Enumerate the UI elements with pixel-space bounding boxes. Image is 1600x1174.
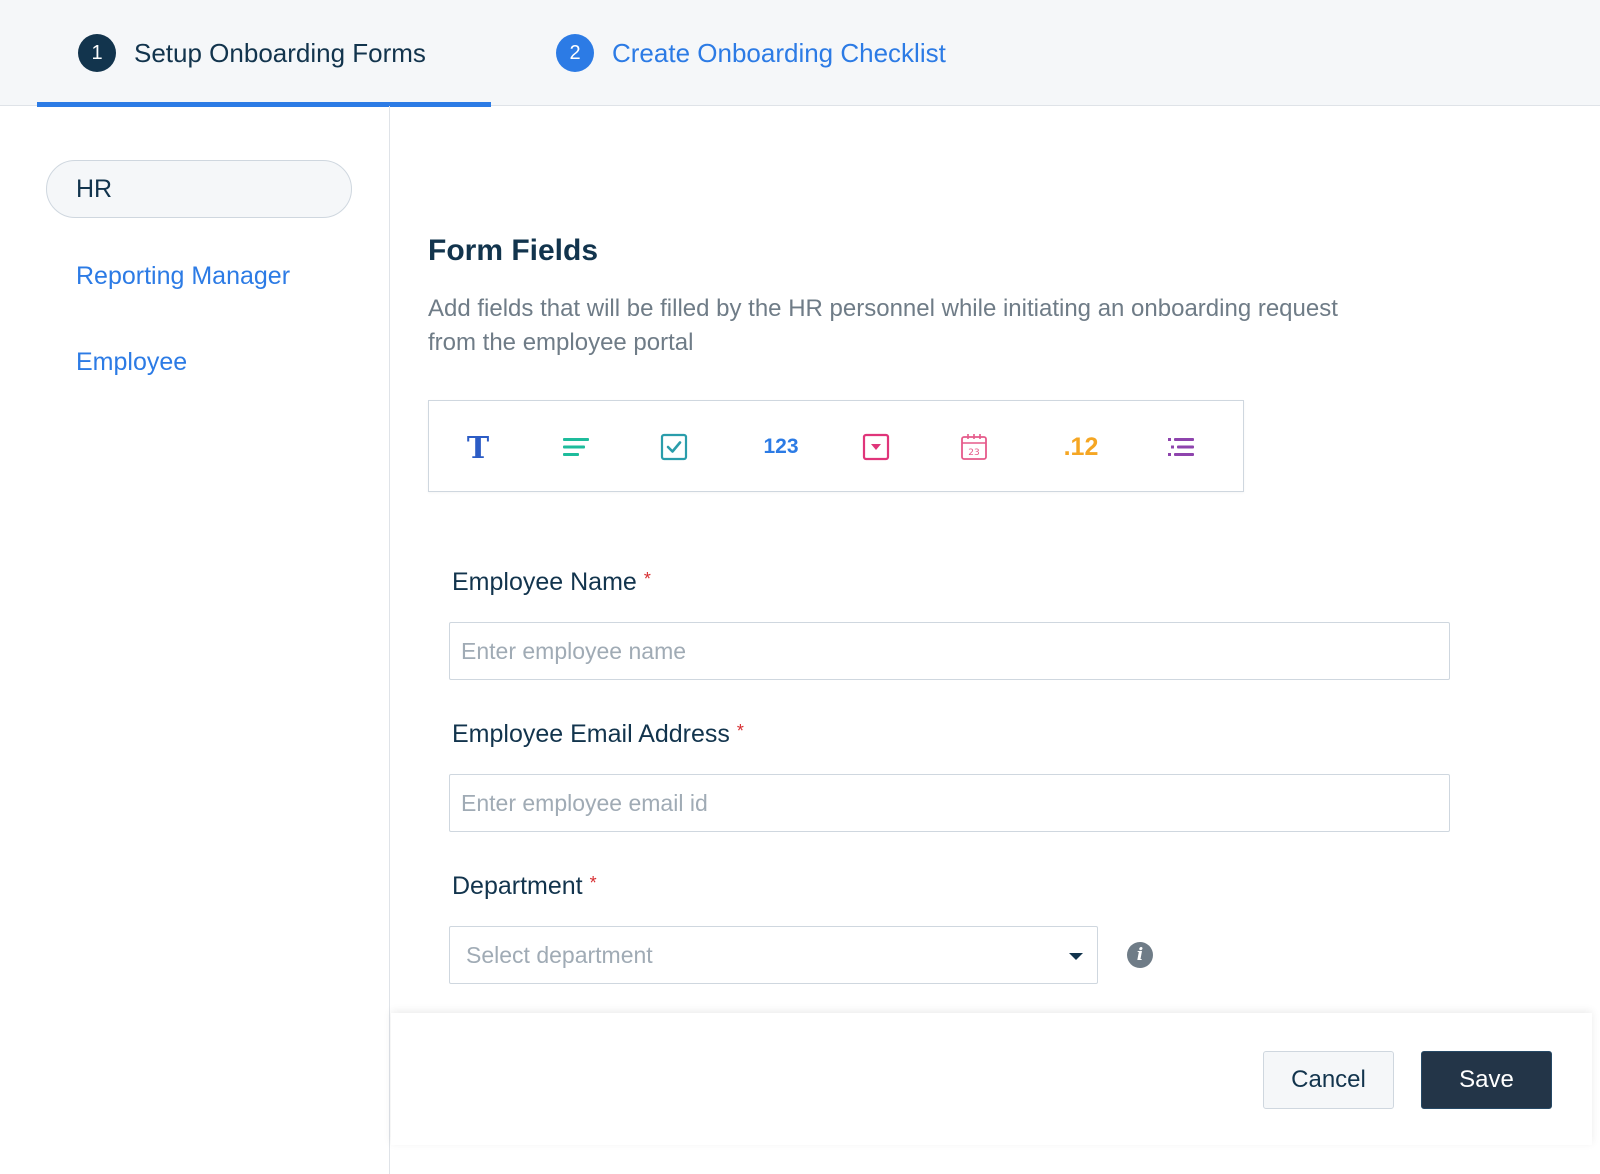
number-icon: 123 — [763, 435, 799, 458]
department-label-text: Department — [452, 872, 583, 900]
decimal-field-tool[interactable]: .12 — [1046, 401, 1116, 493]
list-icon — [1168, 438, 1194, 456]
field-type-toolbox: T 123 23 .12 — [428, 400, 1244, 492]
main-content: Form Fields Add fields that will be fill… — [391, 106, 1600, 1174]
step-label: Create Onboarding Checklist — [612, 37, 946, 68]
svg-text:23: 23 — [968, 448, 979, 458]
sidebar-item-hr[interactable]: HR — [46, 160, 352, 218]
required-marker: * — [736, 721, 744, 741]
required-marker: * — [643, 569, 651, 589]
department-select[interactable]: Select department — [449, 926, 1098, 984]
sidebar: HR Reporting Manager Employee — [0, 106, 390, 1174]
required-marker: * — [589, 873, 597, 893]
paragraph-icon — [563, 438, 589, 456]
section-title: Form Fields — [428, 234, 599, 267]
employee-email-input[interactable] — [449, 774, 1450, 832]
step-setup-onboarding-forms[interactable]: 1 Setup Onboarding Forms — [37, 0, 491, 107]
decimal-icon: .12 — [1063, 432, 1099, 461]
department-label: Department * — [452, 872, 597, 901]
step-create-onboarding-checklist[interactable]: 2 Create Onboarding Checklist — [556, 0, 946, 106]
text-field-tool[interactable]: T — [448, 401, 508, 493]
save-button[interactable]: Save — [1421, 1051, 1552, 1109]
step-label: Setup Onboarding Forms — [134, 37, 426, 68]
info-icon[interactable]: i — [1127, 942, 1153, 968]
step-number-badge: 1 — [78, 34, 116, 72]
employee-name-label: Employee Name * — [452, 568, 651, 597]
paragraph-field-tool[interactable] — [546, 401, 606, 493]
employee-name-input[interactable] — [449, 622, 1450, 680]
department-select-value: Select department — [466, 941, 653, 968]
employee-email-label: Employee Email Address * — [452, 720, 744, 749]
sidebar-item-employee[interactable]: Employee — [76, 348, 187, 377]
form-footer: Cancel Save — [391, 1013, 1592, 1145]
step-bar: 1 Setup Onboarding Forms 2 Create Onboar… — [0, 0, 1600, 107]
checkbox-icon — [660, 433, 688, 461]
step-number-badge: 2 — [556, 34, 594, 72]
checkbox-field-tool[interactable] — [644, 401, 704, 493]
sidebar-item-reporting-manager[interactable]: Reporting Manager — [76, 262, 290, 291]
list-field-tool[interactable] — [1151, 401, 1211, 493]
chevron-down-icon — [1069, 953, 1083, 960]
text-icon: T — [467, 432, 490, 462]
dropdown-icon — [862, 433, 890, 461]
calendar-icon: 23 — [961, 434, 987, 460]
employee-email-label-text: Employee Email Address — [452, 720, 730, 748]
cancel-button[interactable]: Cancel — [1263, 1051, 1394, 1109]
section-description: Add fields that will be filled by the HR… — [428, 295, 1338, 356]
svg-text:T: T — [467, 432, 490, 462]
number-field-tool[interactable]: 123 — [746, 401, 816, 493]
employee-name-label-text: Employee Name — [452, 568, 637, 596]
dropdown-field-tool[interactable] — [846, 401, 906, 493]
date-field-tool[interactable]: 23 — [944, 401, 1004, 493]
